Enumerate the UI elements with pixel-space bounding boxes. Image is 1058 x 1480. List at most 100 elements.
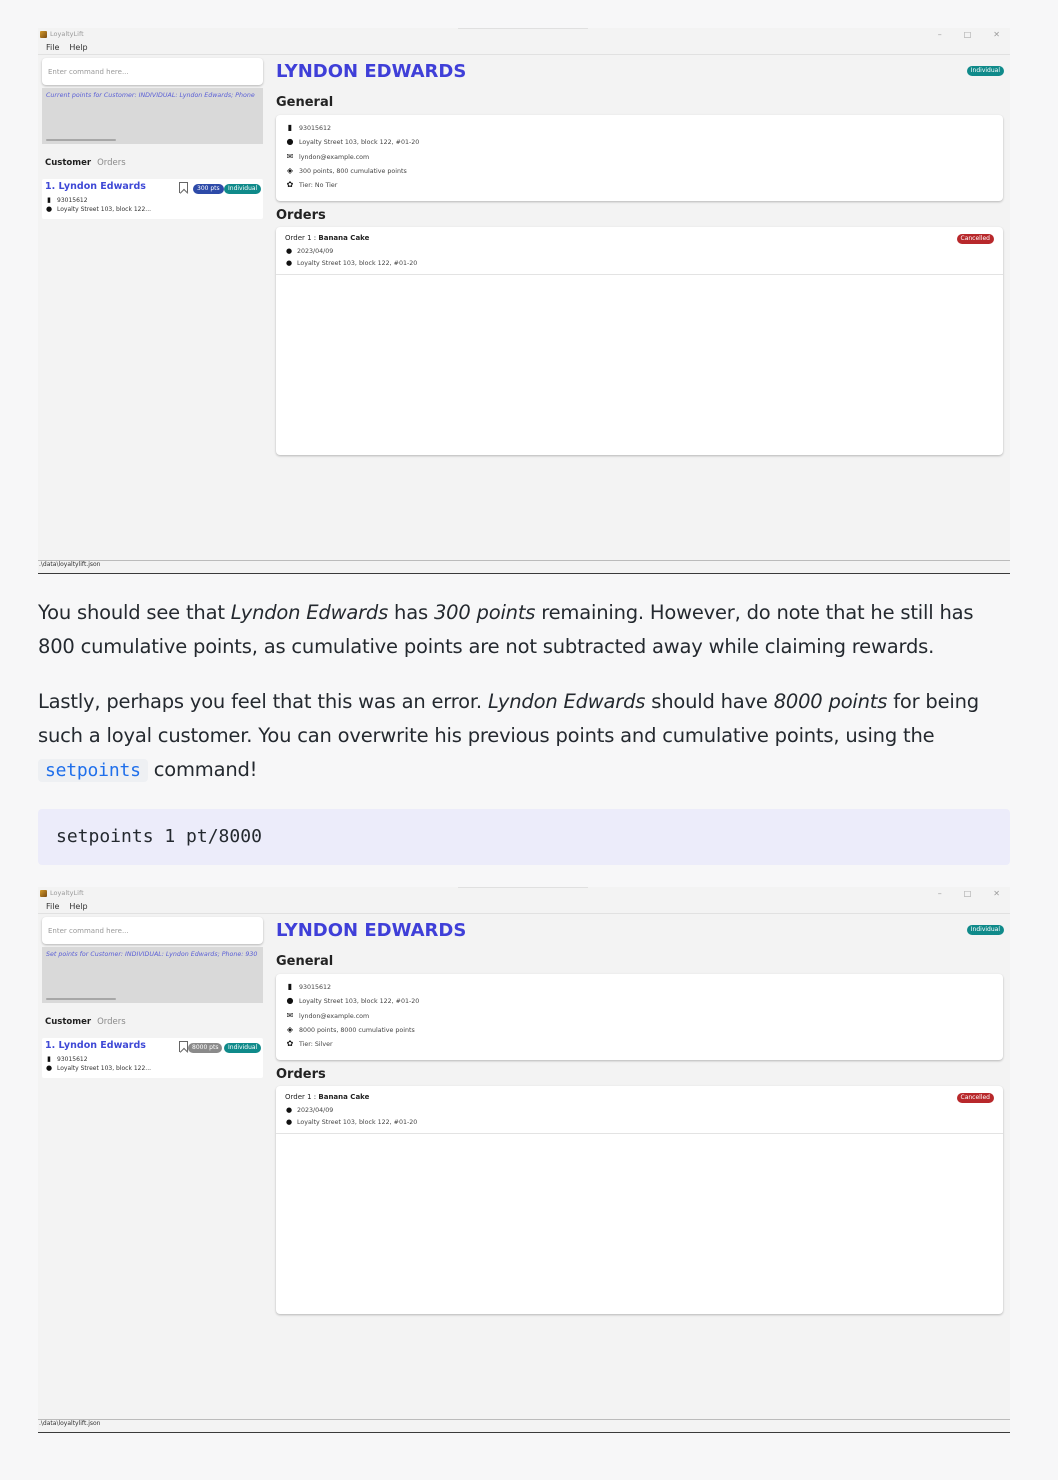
order-label: Order 1 : [285, 1093, 319, 1101]
title-bar: LoyaltyLift – □ ✕ [38, 28, 1010, 40]
customer-list-item[interactable]: 1. Lyndon Edwards ▮ 93015612 ● Loyalty S… [42, 179, 263, 219]
customer-address: Loyalty Street 103, block 122... [57, 1064, 152, 1072]
order-address: Loyalty Street 103, block 122, #01-20 [297, 1118, 418, 1126]
detail-tier: Tier: Silver [299, 1040, 333, 1048]
order-name: Banana Cake [318, 234, 370, 242]
window-drag-handle[interactable] [458, 887, 588, 888]
detail-phone-row: ▮ 93015612 [286, 983, 331, 991]
points-badge: 8000 pts [188, 1043, 223, 1053]
customer-detail-name: LYNDON EDWARDS [276, 920, 467, 941]
order-title: Order 1 : Banana Cake [285, 234, 369, 242]
clock-icon: ● [285, 1106, 293, 1114]
paragraph-points-remaining: You should see that Lyndon Edwards has 3… [38, 596, 1010, 664]
result-display: Current points for Customer: INDIVIDUAL:… [42, 88, 263, 144]
customer-type-badge: Individual [224, 184, 262, 194]
order-address-row: ● Loyalty Street 103, block 122, #01-20 [285, 259, 417, 267]
menu-help[interactable]: Help [69, 43, 87, 52]
order-date: 2023/04/09 [297, 247, 334, 255]
customer-detail-name: LYNDON EDWARDS [276, 61, 467, 82]
detail-email-row: ✉ lyndon@example.com [286, 152, 370, 161]
medal-icon: ✿ [286, 180, 294, 189]
orders-heading: Orders [276, 208, 326, 223]
detail-address-row: ● Loyalty Street 103, block 122, #01-20 [286, 137, 420, 146]
location-pin-icon: ● [45, 1064, 53, 1072]
tag-icon: ◈ [286, 166, 294, 175]
app-logo-icon [40, 889, 47, 897]
result-scrollbar[interactable] [46, 139, 116, 141]
customer-list-item[interactable]: 1. Lyndon Edwards ▮ 93015612 ● Loyalty S… [42, 1038, 263, 1078]
detail-phone: 93015612 [299, 124, 332, 132]
result-text: Set points for Customer: INDIVIDUAL: Lyn… [46, 951, 258, 958]
close-icon[interactable]: ✕ [993, 889, 1000, 898]
detail-type-badge: Individual [966, 66, 1004, 76]
bookmark-icon[interactable] [179, 182, 188, 193]
detail-points-row: ◈ 300 points, 800 cumulative points [286, 167, 407, 175]
phone-icon: ▮ [47, 1055, 51, 1063]
location-pin-icon: ● [285, 259, 293, 267]
order-date-row: ● 2023/04/09 [285, 247, 333, 255]
minimize-icon[interactable]: – [938, 889, 942, 898]
title-bar: LoyaltyLift – □ ✕ [38, 887, 1010, 899]
customer-phone: 93015612 [57, 196, 88, 204]
detail-email: lyndon@example.com [299, 153, 370, 161]
general-heading: General [276, 954, 334, 969]
detail-type-badge: Individual [966, 925, 1004, 935]
order-list-item[interactable]: Order 1 : Banana Cake ● 2023/04/09 ● Loy… [276, 227, 1003, 275]
order-date: 2023/04/09 [297, 1106, 334, 1114]
code-block: setpoints 1 pt/8000 [38, 809, 1010, 865]
main-content: Enter command here... Current points for… [38, 55, 1010, 570]
order-status-badge: Cancelled [956, 234, 994, 244]
detail-email-row: ✉ lyndon@example.com [286, 1011, 370, 1020]
app-logo-icon [40, 30, 47, 38]
detail-points: 300 points, 800 cumulative points [299, 167, 407, 175]
menu-bar: File Help [38, 40, 1010, 55]
email-icon: ✉ [286, 1011, 294, 1020]
customer-address-row: ● Loyalty Street 103, block 122... [45, 1064, 151, 1072]
restore-icon[interactable]: □ [964, 889, 972, 898]
email-icon: ✉ [286, 152, 294, 161]
menu-file[interactable]: File [46, 902, 59, 911]
result-text: Current points for Customer: INDIVIDUAL:… [46, 92, 255, 99]
main-content: Enter command here... Set points for Cus… [38, 914, 1010, 1429]
orders-card: Order 1 : Banana Cake ● 2023/04/09 ● Loy… [276, 1086, 1003, 1314]
paragraph-setpoints-intro: Lastly, perhaps you feel that this was a… [38, 685, 1010, 788]
medal-icon: ✿ [286, 1039, 294, 1048]
close-icon[interactable]: ✕ [993, 30, 1000, 39]
order-list-item[interactable]: Order 1 : Banana Cake ● 2023/04/09 ● Loy… [276, 1086, 1003, 1134]
bookmark-icon[interactable] [179, 1041, 188, 1052]
text-segment: should have [645, 690, 774, 713]
detail-points-row: ◈ 8000 points, 8000 cumulative points [286, 1026, 415, 1034]
tab-customer[interactable]: Customer [45, 1017, 91, 1027]
emphasis-customer-name: Lyndon Edwards [487, 690, 646, 713]
order-status-badge: Cancelled [956, 1093, 994, 1103]
detail-phone-row: ▮ 93015612 [286, 124, 331, 132]
detail-address: Loyalty Street 103, block 122, #01-20 [299, 138, 420, 146]
location-pin-icon: ● [45, 205, 53, 213]
customer-address-row: ● Loyalty Street 103, block 122... [45, 205, 151, 213]
order-name: Banana Cake [318, 1093, 370, 1101]
location-pin-icon: ● [286, 137, 294, 146]
detail-email: lyndon@example.com [299, 1012, 370, 1020]
command-input[interactable]: Enter command here... [42, 58, 263, 85]
phone-icon: ▮ [287, 123, 293, 132]
restore-icon[interactable]: □ [964, 30, 972, 39]
menu-bar: File Help [38, 899, 1010, 914]
window-drag-handle[interactable] [458, 28, 588, 29]
emphasis-points: 8000 points [773, 690, 888, 713]
menu-help[interactable]: Help [69, 902, 87, 911]
tab-orders[interactable]: Orders [97, 158, 126, 168]
phone-icon: ▮ [47, 196, 51, 204]
detail-tier-row: ✿ Tier: Silver [286, 1040, 333, 1048]
menu-file[interactable]: File [46, 43, 59, 52]
text-segment: You should see that [38, 601, 231, 624]
tab-orders[interactable]: Orders [97, 1017, 126, 1027]
minimize-icon[interactable]: – [938, 30, 942, 39]
text-segment: Lastly, perhaps you feel that this was a… [38, 690, 488, 713]
phone-icon: ▮ [287, 982, 293, 991]
command-input[interactable]: Enter command here... [42, 917, 263, 944]
status-bar: .\data\loyaltylift.json [38, 1419, 1010, 1429]
result-scrollbar[interactable] [46, 998, 116, 1000]
tab-customer[interactable]: Customer [45, 158, 91, 168]
text-segment: command! [147, 758, 258, 781]
location-pin-icon: ● [285, 1118, 293, 1126]
